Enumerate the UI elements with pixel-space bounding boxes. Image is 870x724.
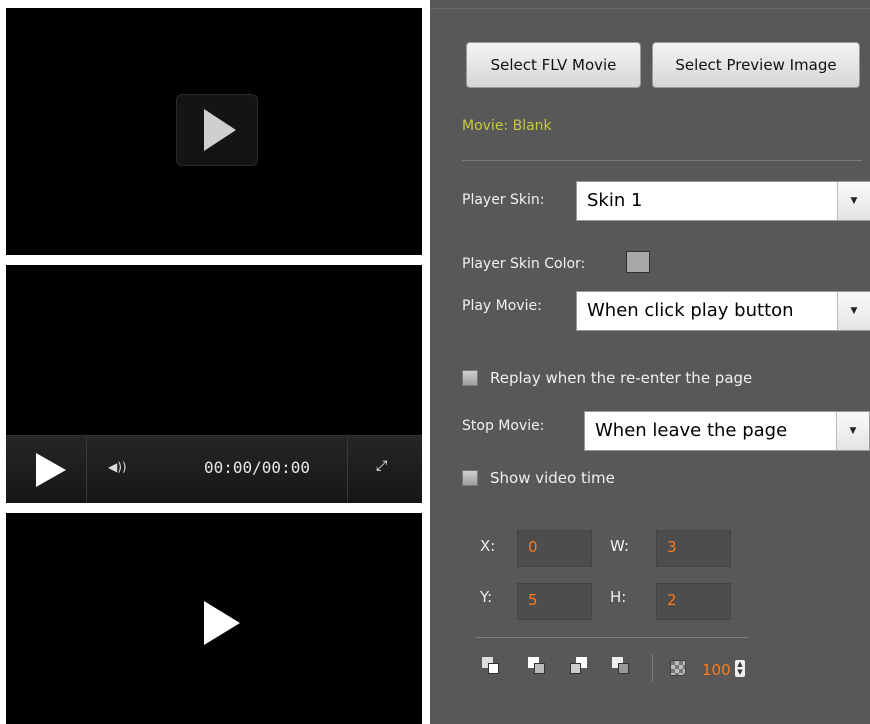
divider [86,436,87,503]
divider [430,8,870,9]
divider [462,160,862,161]
select-preview-image-button[interactable]: Select Preview Image [652,42,860,88]
video-preview-skin-3[interactable] [6,513,422,724]
play-movie-select[interactable]: When click play button ▼ [576,291,870,331]
x-input[interactable]: 0 [517,530,592,567]
send-backward-icon[interactable] [570,657,588,675]
player-skin-color-label: Player Skin Color: [462,256,586,272]
video-control-bar: ◀)) 00:00/00:00 ⤢ [6,435,422,503]
stop-movie-label: Stop Movie: [462,418,545,434]
send-to-back-icon[interactable] [612,657,630,675]
video-time: 00:00/00:00 [204,458,310,477]
movie-settings-panel: Select FLV Movie Select Preview Image Mo… [430,0,870,724]
opacity-input[interactable]: 100 [702,661,731,679]
fullscreen-icon[interactable]: ⤢ [376,458,387,474]
volume-icon[interactable]: ◀)) [108,460,127,474]
chevron-down-icon[interactable]: ▼ [836,412,869,450]
divider [652,654,653,682]
video-preview-skin-1[interactable] [6,8,422,255]
select-flv-movie-button[interactable]: Select FLV Movie [466,42,641,88]
stop-movie-value: When leave the page [595,420,788,441]
divider [347,436,348,503]
show-video-time-checkbox[interactable] [462,470,478,486]
bring-forward-icon[interactable] [528,657,546,675]
show-video-time-label: Show video time [490,469,615,487]
play-icon [204,109,236,151]
replay-checkbox[interactable] [462,370,478,386]
play-button[interactable] [176,94,258,166]
replay-label: Replay when the re-enter the page [490,369,753,387]
play-movie-label: Play Movie: [462,298,542,314]
player-skin-label: Player Skin: [462,192,545,208]
player-skin-value: Skin 1 [587,190,643,211]
player-skin-select[interactable]: Skin 1 ▼ [576,181,870,221]
movie-status: Movie: Blank [462,118,552,134]
player-skin-color-swatch[interactable] [626,251,650,273]
play-icon[interactable] [36,453,66,487]
opacity-spinner[interactable]: ▲ ▼ [735,660,745,677]
chevron-down-icon[interactable]: ▼ [837,292,870,330]
divider [476,637,748,638]
bring-to-front-icon[interactable] [482,657,500,675]
y-input[interactable]: 5 [517,583,592,620]
opacity-icon [670,660,686,676]
video-preview-skin-2[interactable]: ◀)) 00:00/00:00 ⤢ [6,265,422,503]
w-input[interactable]: 3 [656,530,731,567]
play-icon[interactable] [204,601,240,645]
y-label: Y: [480,588,493,606]
x-label: X: [480,537,496,555]
chevron-down-icon[interactable]: ▼ [837,182,870,220]
stop-movie-select[interactable]: When leave the page ▼ [584,411,870,451]
h-label: H: [610,588,627,606]
h-input[interactable]: 2 [656,583,731,620]
w-label: W: [610,537,630,555]
play-movie-value: When click play button [587,300,794,321]
